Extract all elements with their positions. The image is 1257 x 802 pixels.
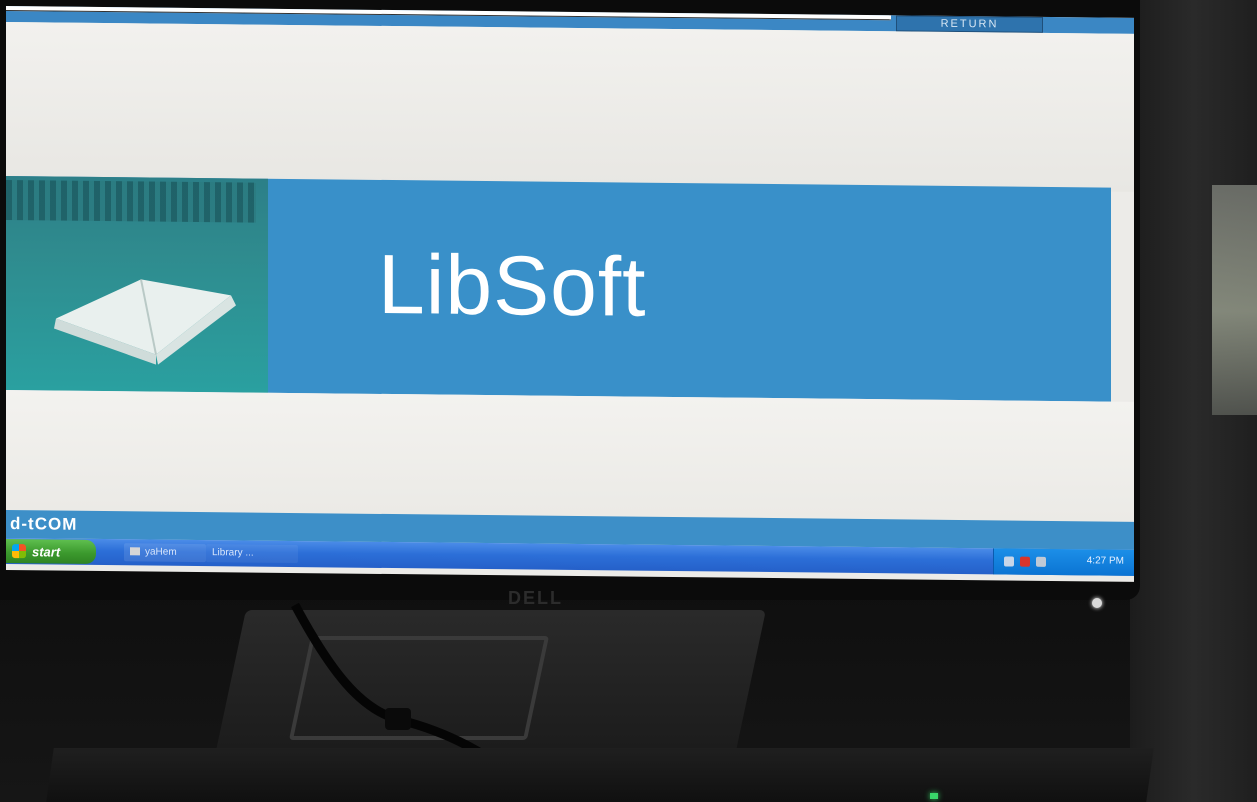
taskbar-item-label: Library ... — [212, 547, 254, 559]
app-title: LibSoft — [378, 236, 647, 334]
antivirus-icon[interactable] — [1020, 556, 1030, 567]
return-button[interactable]: RETURN — [896, 15, 1043, 33]
status-led — [930, 793, 938, 799]
top-nav-left — [6, 6, 891, 21]
bookshelf-graphic — [6, 180, 256, 223]
system-tray: 4:27 PM — [993, 548, 1134, 576]
content-area — [6, 390, 1134, 522]
network-icon[interactable] — [1004, 556, 1014, 567]
keyboard — [46, 748, 1154, 802]
tray-clock[interactable]: 4:27 PM — [1087, 555, 1124, 566]
taskbar-item-1[interactable]: yaHem — [124, 543, 206, 563]
open-book-icon — [54, 279, 236, 365]
start-label: start — [32, 543, 61, 560]
monitor-screen: RETURN LibSoft d-tCOM start yaHem Librar… — [6, 6, 1134, 582]
footer-brand: d-tCOM — [10, 514, 78, 534]
monitor-bezel: RETURN LibSoft d-tCOM start yaHem Librar… — [0, 0, 1140, 600]
power-button[interactable] — [1092, 598, 1102, 608]
background-object — [1212, 185, 1257, 415]
speaker-icon[interactable] — [1036, 556, 1046, 567]
library-image — [6, 176, 268, 393]
header-area — [6, 22, 1134, 192]
window-icon — [130, 547, 140, 556]
taskbar-item-label: yaHem — [145, 546, 177, 558]
splash-banner: LibSoft — [6, 176, 1111, 402]
windows-logo-icon — [12, 544, 26, 559]
start-button[interactable]: start — [6, 539, 96, 564]
taskbar-item-2[interactable]: Library ... — [206, 544, 298, 564]
photo-frame: RETURN LibSoft d-tCOM start yaHem Librar… — [0, 0, 1257, 802]
